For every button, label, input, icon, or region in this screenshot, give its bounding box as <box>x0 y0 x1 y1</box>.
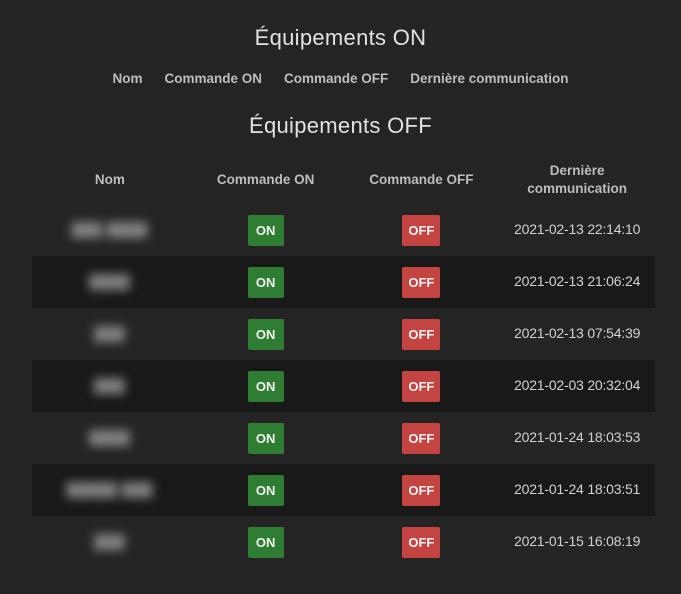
equipment-name-redacted: ███ <box>95 326 126 341</box>
last-communication: 2021-01-24 18:03:51 <box>514 481 640 497</box>
equipment-name-redacted: ████ <box>89 430 130 445</box>
on-button[interactable]: ON <box>248 423 284 454</box>
column-header-derniere-communication: Dernière communication <box>410 71 568 86</box>
equipment-name-redacted: ███ ████ <box>72 222 148 237</box>
section-on-header-row: Nom Commande ON Commande OFF Dernière co… <box>0 71 681 86</box>
column-header-nom: Nom <box>112 71 142 86</box>
table-row: ████ ON OFF 2021-01-24 18:03:53 <box>32 412 655 464</box>
on-button[interactable]: ON <box>248 371 284 402</box>
last-communication: 2021-01-15 16:08:19 <box>514 533 640 549</box>
equipment-name-redacted: ███ <box>95 534 126 549</box>
column-header-nom: Nom <box>32 156 188 204</box>
table-row: ████ ON OFF 2021-02-13 21:06:24 <box>32 256 655 308</box>
off-button[interactable]: OFF <box>402 423 440 454</box>
off-button[interactable]: OFF <box>402 215 440 246</box>
column-header-commande-off: Commande OFF <box>284 71 388 86</box>
equipment-off-table: Nom Commande ON Commande OFF Dernière co… <box>32 156 655 568</box>
dashboard: Équipements ON Nom Commande ON Commande … <box>0 0 681 594</box>
table-header-row: Nom Commande ON Commande OFF Dernière co… <box>32 156 655 204</box>
table-row: ███ ████ ON OFF 2021-02-13 22:14:10 <box>32 204 655 256</box>
column-header-commande-off: Commande OFF <box>344 156 500 204</box>
equipment-name-redacted: █████ ███ <box>67 482 153 497</box>
table-row: ███ ON OFF 2021-01-15 16:08:19 <box>32 516 655 568</box>
table-row: █████ ███ ON OFF 2021-01-24 18:03:51 <box>32 464 655 516</box>
on-button[interactable]: ON <box>248 319 284 350</box>
last-communication: 2021-01-24 18:03:53 <box>514 429 640 445</box>
on-button[interactable]: ON <box>248 475 284 506</box>
equipment-name-redacted: ████ <box>89 274 130 289</box>
table-header: Nom Commande ON Commande OFF Dernière co… <box>32 156 655 204</box>
column-header-commande-on: Commande ON <box>188 156 344 204</box>
on-button[interactable]: ON <box>248 215 284 246</box>
table-row: ███ ON OFF 2021-02-13 07:54:39 <box>32 308 655 360</box>
last-communication: 2021-02-13 07:54:39 <box>514 325 640 341</box>
off-button[interactable]: OFF <box>402 319 440 350</box>
off-button[interactable]: OFF <box>402 527 440 558</box>
last-communication: 2021-02-13 22:14:10 <box>514 221 640 237</box>
off-button[interactable]: OFF <box>402 371 440 402</box>
section-on-title: Équipements ON <box>0 0 681 51</box>
on-button[interactable]: ON <box>248 527 284 558</box>
section-off-title: Équipements OFF <box>0 86 681 139</box>
equipment-name-redacted: ███ <box>95 378 126 393</box>
off-button[interactable]: OFF <box>402 267 440 298</box>
last-communication: 2021-02-13 21:06:24 <box>514 273 640 289</box>
off-button[interactable]: OFF <box>402 475 440 506</box>
table-row: ███ ON OFF 2021-02-03 20:32:04 <box>32 360 655 412</box>
on-button[interactable]: ON <box>248 267 284 298</box>
column-header-derniere-communication: Dernière communication <box>499 156 655 204</box>
column-header-commande-on: Commande ON <box>164 71 262 86</box>
last-communication: 2021-02-03 20:32:04 <box>514 377 640 393</box>
